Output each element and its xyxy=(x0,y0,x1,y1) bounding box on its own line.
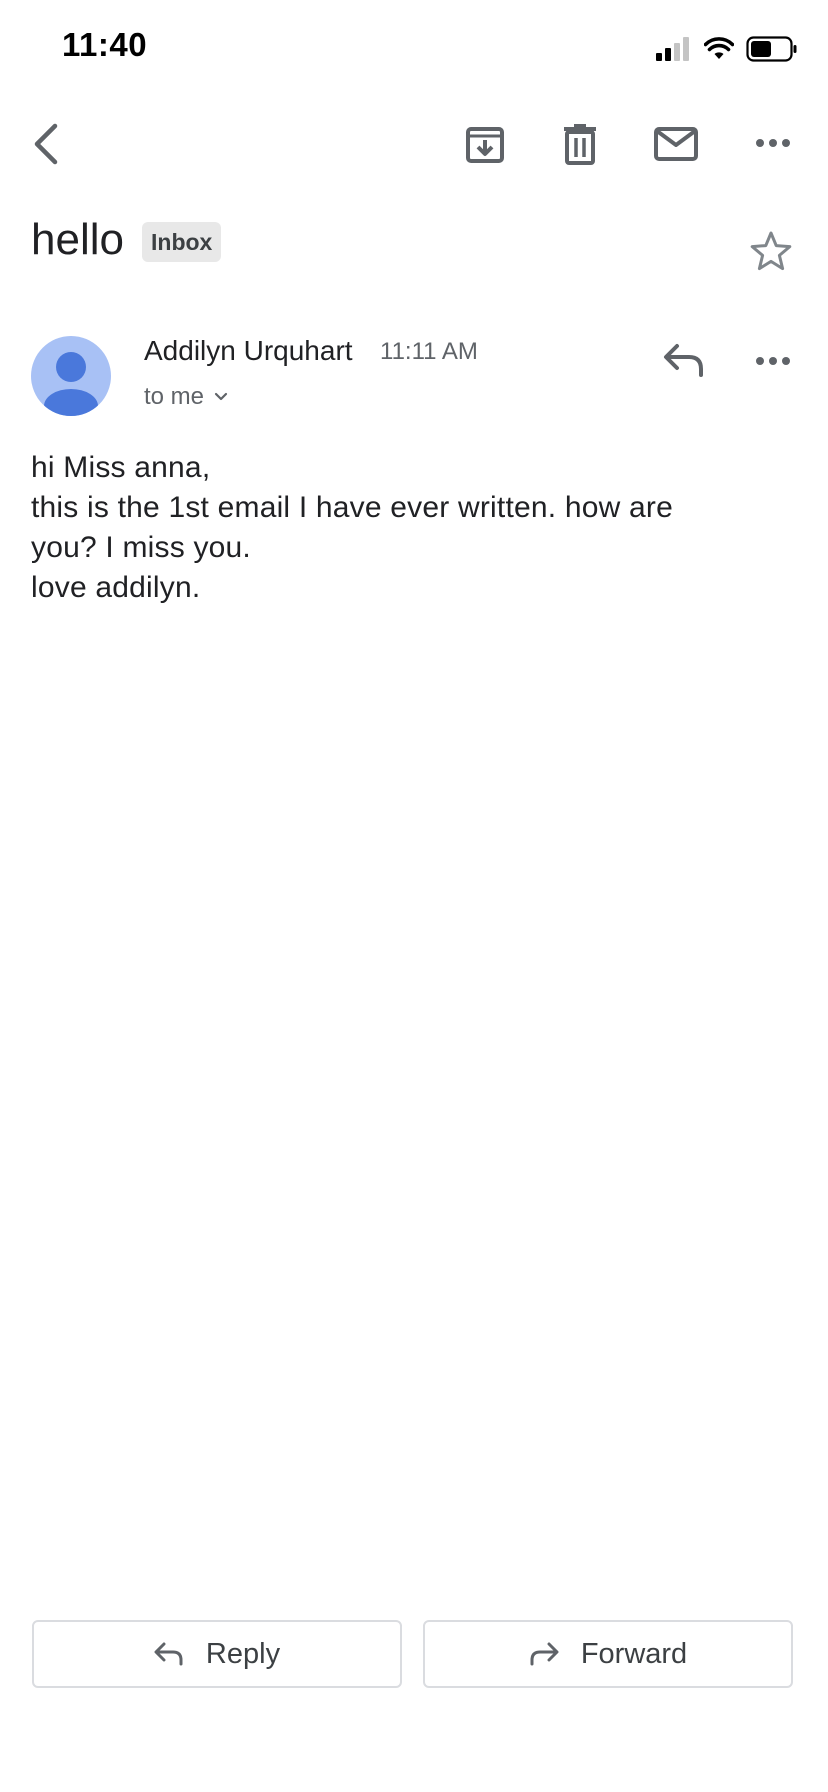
more-options-icon xyxy=(756,357,790,365)
more-options-button[interactable] xyxy=(748,128,798,158)
email-body-line: this is the 1st email I have ever writte… xyxy=(31,491,673,524)
email-body-line: you? I miss you. xyxy=(31,531,251,564)
sender-name: Addilyn Urquhart xyxy=(144,335,353,366)
reply-quick-button[interactable] xyxy=(660,340,708,380)
email-body-line: love addilyn. xyxy=(31,571,201,604)
email-body-line: hi Miss anna, xyxy=(31,451,211,484)
email-body: hi Miss anna, this is the 1st email I ha… xyxy=(31,448,791,608)
trash-icon xyxy=(564,124,596,165)
reply-icon xyxy=(154,1642,183,1666)
reply-button-label: Reply xyxy=(205,1637,281,1670)
message-more-options-button[interactable] xyxy=(748,346,798,376)
mark-unread-button[interactable] xyxy=(652,122,700,166)
battery-icon xyxy=(746,36,797,62)
status-time: 11:40 xyxy=(62,26,148,63)
back-icon xyxy=(34,123,58,165)
more-options-icon xyxy=(756,139,790,147)
sent-time: 11:11 AM xyxy=(380,338,478,365)
reply-icon xyxy=(664,344,703,377)
star-icon xyxy=(750,231,792,271)
reply-button[interactable]: Reply xyxy=(32,1620,402,1688)
back-button[interactable] xyxy=(22,116,70,172)
forward-icon xyxy=(530,1642,559,1666)
recipient-details-toggle[interactable]: to me xyxy=(144,382,228,412)
forward-button[interactable]: Forward xyxy=(423,1620,793,1688)
person-icon xyxy=(44,352,98,416)
mark-unread-icon xyxy=(654,127,698,161)
forward-button-label: Forward xyxy=(580,1637,688,1670)
sender-avatar[interactable] xyxy=(31,336,111,416)
star-button[interactable] xyxy=(748,228,794,274)
cellular-signal-icon xyxy=(656,37,689,61)
archive-button[interactable] xyxy=(460,118,510,170)
chevron-down-icon xyxy=(214,392,228,401)
wifi-icon xyxy=(704,37,734,59)
archive-icon xyxy=(466,127,504,163)
status-icons xyxy=(656,34,798,64)
recipient-summary: to me xyxy=(144,383,205,410)
delete-button[interactable] xyxy=(556,118,604,170)
email-subject: hello xyxy=(31,215,124,264)
inbox-label-chip[interactable]: Inbox xyxy=(142,222,222,262)
